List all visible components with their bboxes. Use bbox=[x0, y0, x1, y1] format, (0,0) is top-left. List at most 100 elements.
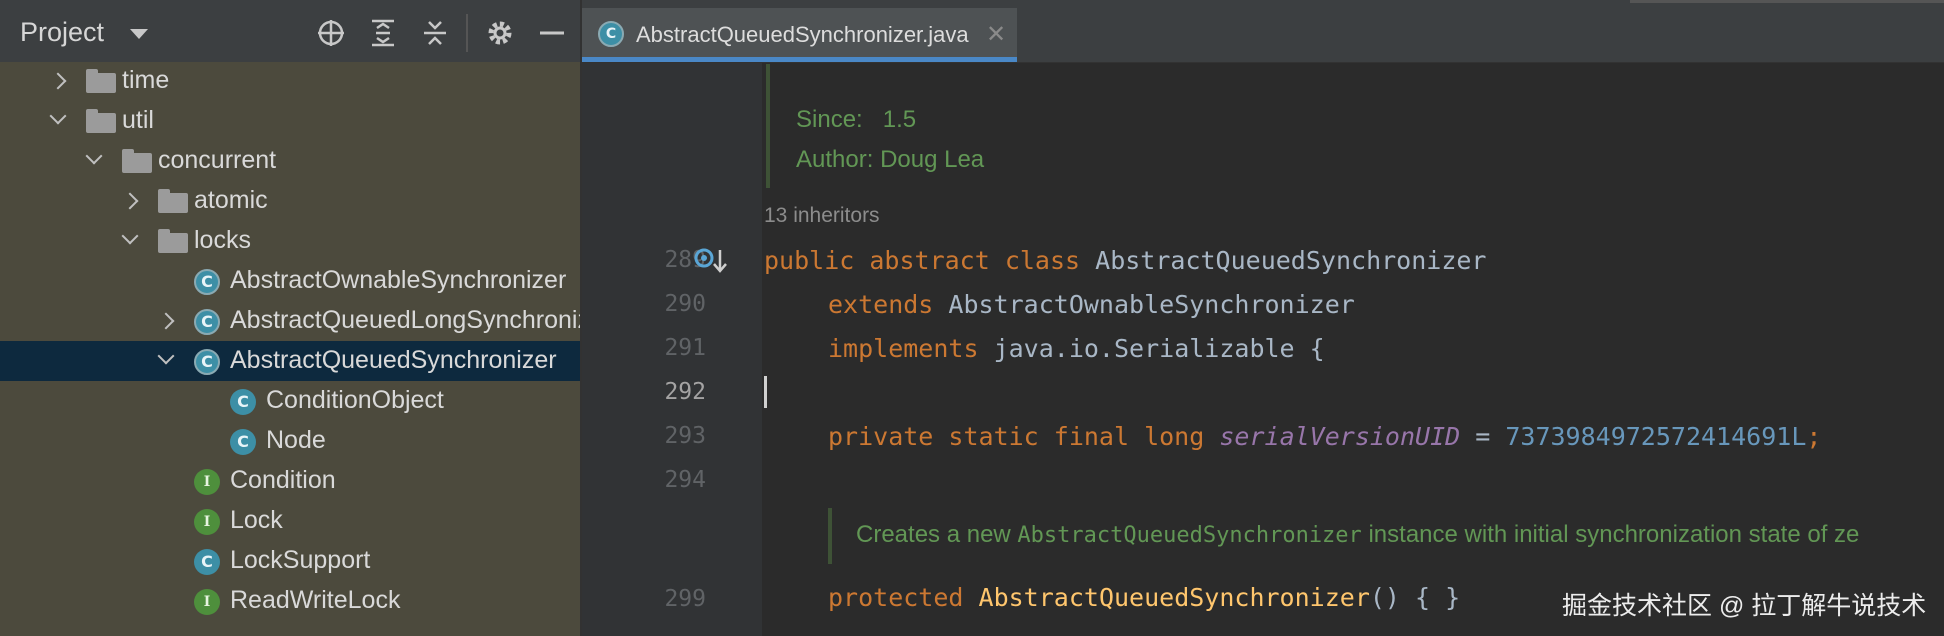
tree-item-label: AbstractQueuedSynchronizer bbox=[230, 346, 557, 374]
chevron-down-icon[interactable] bbox=[118, 221, 142, 261]
code-punctuation: () { } bbox=[1369, 583, 1461, 612]
doc-author: Author: Doug Lea bbox=[796, 146, 984, 174]
code-keyword: implements bbox=[828, 334, 979, 363]
code-number: 7373984972572414691L bbox=[1505, 422, 1807, 451]
code-class-name: AbstractOwnableSynchronizer bbox=[948, 290, 1355, 319]
tree-item-label: AbstractOwnableSynchronizer bbox=[230, 266, 567, 294]
tab-label: AbstractQueuedSynchronizer.java bbox=[636, 22, 969, 47]
code-keyword: protected bbox=[828, 583, 964, 612]
tree-item-label: AbstractQueuedLongSynchronizer bbox=[230, 306, 580, 334]
tree-item-concurrent[interactable]: concurrent bbox=[0, 141, 580, 181]
tree-item-label: Lock bbox=[230, 506, 283, 534]
chevron-right-icon[interactable] bbox=[46, 61, 70, 101]
doc-author-label: Author: bbox=[796, 146, 874, 173]
tree-item-read-write-lock[interactable]: I ReadWriteLock bbox=[0, 581, 580, 621]
title-bar-edge bbox=[1630, 0, 1944, 3]
implemented-marker-icon[interactable] bbox=[694, 246, 730, 276]
code-line-291: implements java.io.Serializable { bbox=[828, 334, 1325, 363]
doc-since-label: Since: bbox=[796, 106, 863, 133]
code-method-name: AbstractQueuedSynchronizer bbox=[978, 583, 1370, 612]
tree-item-atomic[interactable]: atomic bbox=[0, 181, 580, 221]
collapse-all-icon[interactable] bbox=[420, 18, 450, 48]
watermark-text: 掘金技术社区 @ 拉丁解牛说技术 bbox=[1562, 592, 1927, 620]
tree-item-label: concurrent bbox=[158, 146, 277, 174]
line-number: 291 bbox=[664, 335, 706, 361]
line-number: 294 bbox=[664, 467, 706, 493]
tree-item-label: atomic bbox=[194, 186, 268, 214]
folder-icon bbox=[158, 189, 188, 213]
tree-item-label: locks bbox=[194, 226, 251, 254]
code-operator: = bbox=[1460, 422, 1506, 451]
header-separator bbox=[466, 14, 468, 52]
editor-tab-bar: C AbstractQueuedSynchronizer.java ✕ bbox=[582, 0, 1944, 63]
interface-icon: I bbox=[194, 469, 220, 495]
editor-tab-active[interactable]: C AbstractQueuedSynchronizer.java ✕ bbox=[582, 8, 1017, 62]
chevron-right-icon[interactable] bbox=[154, 301, 178, 341]
hide-panel-icon[interactable] bbox=[537, 18, 567, 48]
tree-item-condition-object[interactable]: C ConditionObject bbox=[0, 381, 580, 421]
interface-icon: I bbox=[194, 509, 220, 535]
tree-item-lock-support[interactable]: C LockSupport bbox=[0, 541, 580, 581]
chevron-down-icon[interactable] bbox=[82, 141, 106, 181]
close-icon[interactable]: ✕ bbox=[986, 20, 1006, 49]
tree-item-label: Condition bbox=[230, 466, 336, 494]
tree-item-label: ConditionObject bbox=[266, 386, 444, 414]
inheritors-hint[interactable]: 13 inheritors bbox=[764, 204, 880, 228]
tree-item-node[interactable]: C Node bbox=[0, 421, 580, 461]
interface-icon: I bbox=[194, 589, 220, 615]
line-number: 299 bbox=[664, 586, 706, 612]
abstract-class-icon: C bbox=[194, 269, 220, 295]
tab-active-indicator bbox=[582, 57, 1017, 62]
editor-gutter[interactable]: 289 290 291 292 293 294 299 bbox=[582, 63, 762, 636]
folder-icon bbox=[86, 109, 116, 133]
abstract-class-icon: C bbox=[598, 21, 624, 47]
tree-item-label: ReadWriteLock bbox=[230, 586, 401, 614]
tree-item-lock[interactable]: I Lock bbox=[0, 501, 580, 541]
doc-author-value: Doug Lea bbox=[880, 146, 985, 173]
chevron-down-icon[interactable] bbox=[46, 101, 70, 141]
doc-code-ref: AbstractQueuedSynchronizer bbox=[1017, 523, 1362, 548]
chevron-down-icon[interactable] bbox=[154, 341, 178, 381]
chevron-right-icon[interactable] bbox=[118, 181, 142, 221]
code-line-290: extends AbstractOwnableSynchronizer bbox=[828, 290, 1355, 319]
tree-item-abstract-ownable-synchronizer[interactable]: C AbstractOwnableSynchronizer bbox=[0, 261, 580, 301]
text-caret bbox=[764, 376, 767, 408]
doc-comment-bar bbox=[766, 64, 770, 188]
doc-comment-bar bbox=[828, 508, 832, 564]
tree-item-locks[interactable]: locks bbox=[0, 221, 580, 261]
project-view-title[interactable]: Project bbox=[20, 17, 104, 48]
line-number: 293 bbox=[664, 423, 706, 449]
code-field: serialVersionUID bbox=[1219, 422, 1461, 451]
tree-item-abstract-queued-synchronizer[interactable]: C AbstractQueuedSynchronizer bbox=[0, 341, 580, 381]
gear-icon[interactable] bbox=[485, 18, 515, 48]
code-line-289: public abstract class AbstractQueuedSync… bbox=[764, 246, 1486, 275]
tree-item-abstract-queued-long-synchronizer[interactable]: C AbstractQueuedLongSynchronizer bbox=[0, 301, 580, 341]
abstract-class-icon: C bbox=[194, 349, 220, 375]
doc-text: instance with initial synchronization st… bbox=[1361, 521, 1860, 548]
tree-item-util[interactable]: util bbox=[0, 101, 580, 141]
doc-text: Creates a new bbox=[856, 521, 1018, 548]
expand-all-icon[interactable] bbox=[368, 18, 398, 48]
folder-icon bbox=[158, 229, 188, 253]
class-icon: C bbox=[194, 549, 220, 575]
code-class-name: java.io.Serializable { bbox=[993, 334, 1325, 363]
tree-item-label: util bbox=[122, 106, 154, 134]
code-keyword: public abstract class bbox=[764, 246, 1081, 275]
abstract-class-icon: C bbox=[194, 309, 220, 335]
folder-icon bbox=[122, 149, 152, 173]
tree-item-time[interactable]: time bbox=[0, 61, 580, 101]
line-number-current: 292 bbox=[664, 379, 706, 405]
tree-item-label: LockSupport bbox=[230, 546, 371, 574]
code-line-293: private static final long serialVersionU… bbox=[828, 422, 1821, 451]
tree-item-label: time bbox=[122, 66, 170, 94]
code-semicolon: ; bbox=[1806, 422, 1822, 451]
tree-item-condition[interactable]: I Condition bbox=[0, 461, 580, 501]
doc-since: Since: 1.5 bbox=[796, 106, 916, 134]
project-panel-header: Project bbox=[0, 0, 580, 62]
code-class-name: AbstractQueuedSynchronizer bbox=[1095, 246, 1487, 275]
locate-file-icon[interactable] bbox=[316, 18, 346, 48]
folder-icon bbox=[86, 69, 116, 93]
code-editor[interactable]: C AbstractQueuedSynchronizer.java ✕ 289 … bbox=[582, 0, 1944, 636]
project-view-dropdown-icon[interactable] bbox=[130, 29, 148, 39]
class-icon: C bbox=[230, 429, 256, 455]
